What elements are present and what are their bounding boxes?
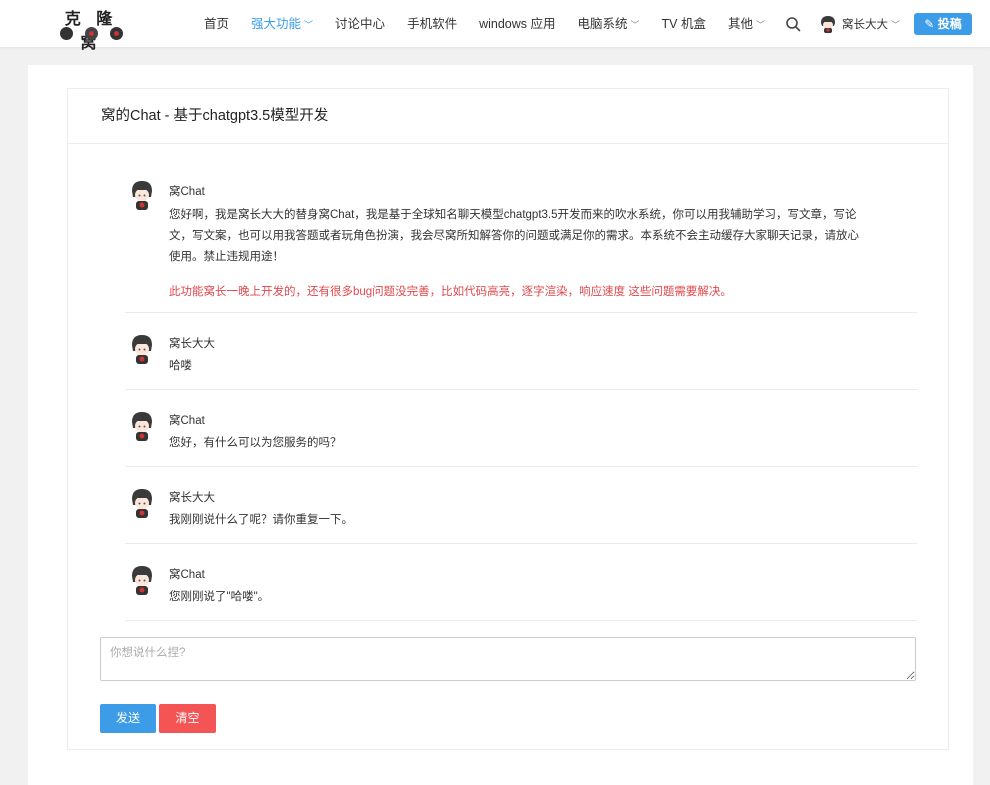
nav-item-home[interactable]: 首页 (193, 0, 240, 48)
chat-message: 窝长大大 哈喽 (125, 313, 917, 390)
search-icon[interactable] (785, 16, 801, 32)
nav-item-mobile-apps[interactable]: 手机软件 (396, 0, 468, 48)
chat-message: 窝Chat 您好啊，我是窝长大大的替身窝Chat，我是基于全球知名聊天模型cha… (125, 167, 917, 313)
message-text: 您好，有什么可以为您服务的吗？ (169, 437, 342, 449)
chevron-down-icon: ﹀ (756, 20, 766, 30)
nav-item-tv-box[interactable]: TV 机盒 (651, 0, 717, 48)
user-menu[interactable]: 窝长大大 ﹀ (818, 12, 900, 36)
chevron-down-icon: ﹀ (304, 20, 314, 30)
chevron-down-icon: ﹀ (891, 19, 901, 30)
user-name: 窝长大大 (842, 19, 888, 31)
nav-item-pc-systems[interactable]: 电脑系统 ﹀ (567, 0, 651, 48)
message-text: 您刚刚说了"哈喽"。 (169, 591, 270, 603)
nav-item-other[interactable]: 其他 ﹀ (717, 0, 776, 48)
chat-message: 窝Chat 您刚刚说了"哈喽"。 (125, 544, 917, 621)
top-navbar: 克 隆 窝 首页 强大功能 ﹀ 讨论中心 手机软件 windows 应用 电脑系统… (0, 0, 990, 52)
user-avatar (132, 335, 152, 364)
logo-dots (58, 27, 124, 41)
nav-item-discussion[interactable]: 讨论中心 (324, 0, 396, 48)
message-sender: 窝Chat (169, 186, 205, 198)
message-sender: 窝长大大 (169, 338, 215, 350)
bot-avatar (132, 181, 152, 210)
nav-item-features[interactable]: 强大功能 ﹀ (240, 0, 324, 48)
chat-card: 窝的Chat - 基于chatgpt3.5模型开发 窝Chat 您好啊，我是窝长… (67, 88, 949, 750)
chat-title: 窝的Chat - 基于chatgpt3.5模型开发 (68, 89, 948, 144)
chat-message: 窝长大大 我刚刚说什么了呢？请你重复一下。 (125, 467, 917, 544)
message-text: 哈喽 (169, 360, 192, 372)
message-sender: 窝长大大 (169, 492, 215, 504)
message-text: 我刚刚说什么了呢？请你重复一下。 (169, 514, 353, 526)
avatar (821, 16, 835, 33)
chevron-down-icon: ﹀ (630, 20, 640, 30)
send-button[interactable]: 发送 (100, 704, 156, 733)
bot-avatar (132, 412, 152, 441)
nav-item-windows-apps[interactable]: windows 应用 (468, 0, 566, 48)
page-container: 窝的Chat - 基于chatgpt3.5模型开发 窝Chat 您好啊，我是窝长… (28, 65, 973, 785)
warning-note: 此功能窝长一晚上开发的，还有很多bug问题没完善，比如代码高亮，逐字渲染，响应速… (169, 286, 732, 298)
clear-button[interactable]: 清空 (159, 704, 216, 733)
chat-message: 窝Chat 您好，有什么可以为您服务的吗？ (125, 390, 917, 467)
post-button[interactable]: ✎ 投稿 (914, 13, 972, 35)
bot-avatar (132, 566, 152, 595)
main-nav: 首页 强大功能 ﹀ 讨论中心 手机软件 windows 应用 电脑系统 ﹀ TV 机… (193, 0, 776, 48)
message-sender: 窝Chat (169, 569, 205, 581)
site-logo[interactable]: 克 隆 窝 (56, 5, 126, 52)
message-text: 您好啊，我是窝长大大的替身窝Chat，我是基于全球知名聊天模型chatgpt3.… (169, 209, 859, 263)
message-sender: 窝Chat (169, 415, 205, 427)
chat-input[interactable] (100, 637, 916, 681)
edit-icon: ✎ (924, 17, 935, 31)
user-avatar (132, 489, 152, 518)
